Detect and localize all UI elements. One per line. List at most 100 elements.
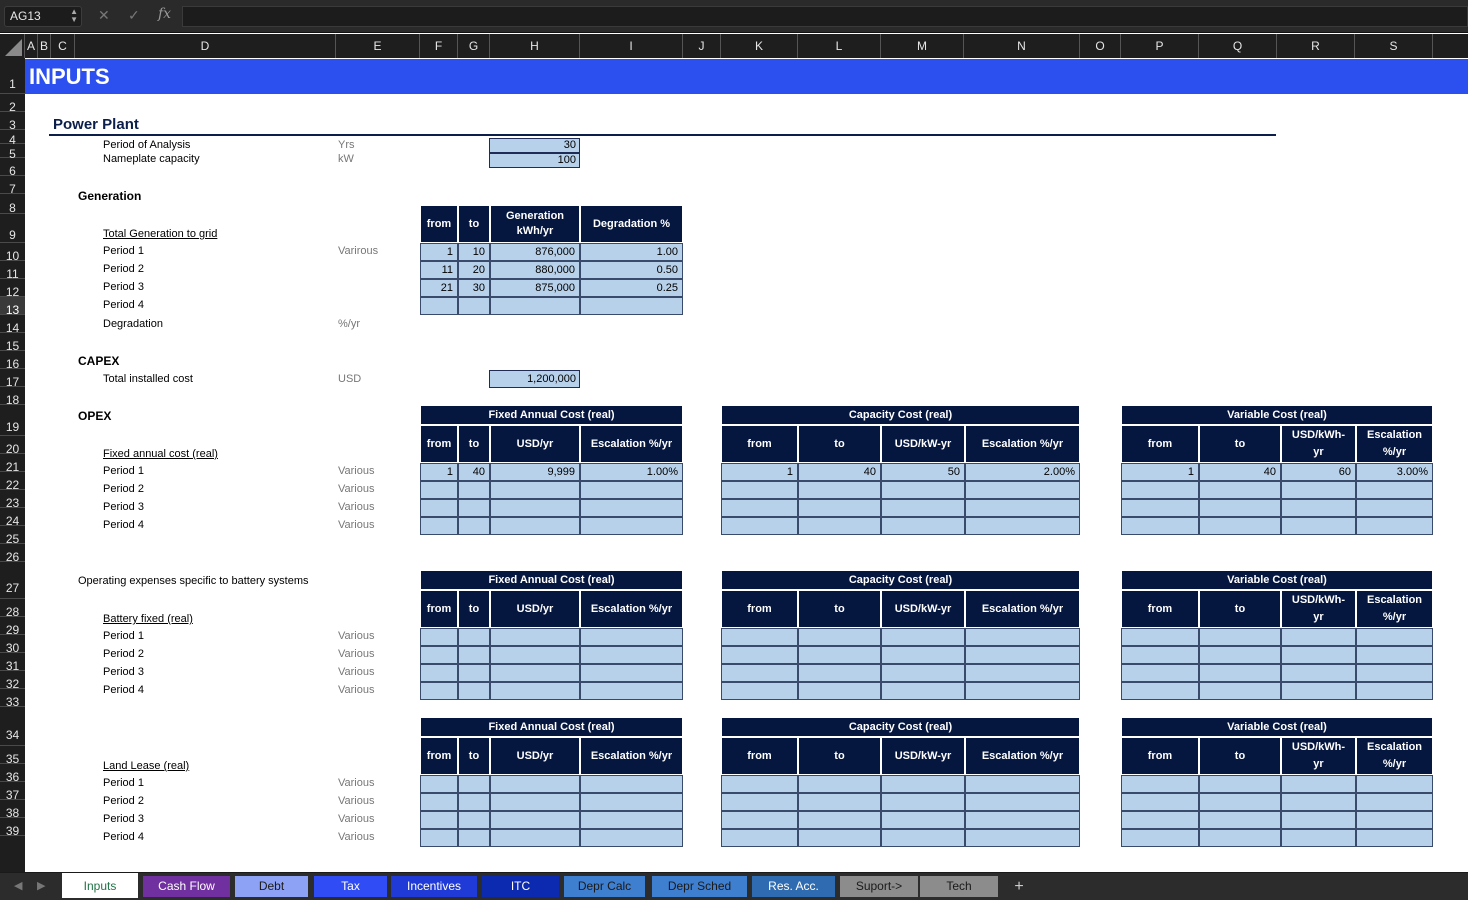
generation-table-cell[interactable] (458, 297, 490, 315)
generation-table-cell[interactable]: 0.25 (580, 279, 683, 297)
cost-table-cell[interactable]: 1 (721, 463, 798, 481)
cost-table-cell[interactable] (1356, 646, 1433, 664)
cost-table-cell[interactable] (458, 811, 490, 829)
cost-table-cell[interactable] (965, 481, 1080, 499)
cost-table-cell[interactable]: 60 (1281, 463, 1356, 481)
formula-input[interactable] (182, 6, 1468, 27)
cost-table-cell[interactable] (1121, 829, 1199, 847)
generation-table-cell[interactable]: 1.00 (580, 243, 683, 261)
cost-table-cell[interactable] (965, 775, 1080, 793)
cost-table-cell[interactable] (1121, 499, 1199, 517)
cost-table-cell[interactable] (965, 811, 1080, 829)
cost-table-cell[interactable] (798, 628, 881, 646)
generation-table-cell[interactable]: 875,000 (490, 279, 580, 297)
cost-table-cell[interactable] (881, 829, 965, 847)
column-header-o[interactable]: O (1080, 34, 1121, 58)
cost-table-cell[interactable] (490, 646, 580, 664)
cost-table-cell[interactable] (1199, 628, 1281, 646)
cost-table-cell[interactable] (1121, 517, 1199, 535)
row-header-19[interactable]: 19 (0, 405, 25, 436)
cost-table-cell[interactable] (458, 499, 490, 517)
cost-table-cell[interactable] (1356, 682, 1433, 700)
row-header-9[interactable]: 9 (0, 214, 25, 243)
row-header-35[interactable]: 35 (0, 746, 25, 766)
row-header-30[interactable]: 30 (0, 635, 25, 655)
cost-table-cell[interactable] (798, 481, 881, 499)
generation-table-cell[interactable]: 876,000 (490, 243, 580, 261)
generation-table-cell[interactable]: 21 (420, 279, 458, 297)
cost-table-cell[interactable] (798, 793, 881, 811)
cost-table-cell[interactable] (1199, 793, 1281, 811)
cost-table-cell[interactable] (490, 499, 580, 517)
cost-table-cell[interactable] (490, 481, 580, 499)
column-header-k[interactable]: K (721, 34, 798, 58)
cost-table-cell[interactable] (1356, 517, 1433, 535)
row-header-21[interactable]: 21 (0, 454, 25, 474)
row-header-6[interactable]: 6 (0, 158, 25, 178)
cost-table-cell[interactable] (798, 775, 881, 793)
generation-table-cell[interactable]: 20 (458, 261, 490, 279)
cost-table-cell[interactable] (1356, 499, 1433, 517)
cost-table-cell[interactable] (1356, 481, 1433, 499)
cost-table-cell[interactable] (1199, 775, 1281, 793)
cost-table-cell[interactable] (458, 775, 490, 793)
cost-table-cell[interactable] (1121, 793, 1199, 811)
cost-table-cell[interactable] (721, 829, 798, 847)
cost-table-cell[interactable] (420, 682, 458, 700)
cost-table-cell[interactable] (420, 793, 458, 811)
row-header-22[interactable]: 22 (0, 472, 25, 492)
tab-depr-calc[interactable]: Depr Calc (564, 876, 645, 897)
column-header-s[interactable]: S (1355, 34, 1433, 58)
cost-table-cell[interactable] (458, 628, 490, 646)
cost-table-cell[interactable] (420, 646, 458, 664)
cost-table-cell[interactable] (1199, 481, 1281, 499)
cost-table-cell[interactable] (420, 664, 458, 682)
cost-table-cell[interactable] (490, 829, 580, 847)
row-header-33[interactable]: 33 (0, 689, 25, 709)
cost-table-cell[interactable] (580, 811, 683, 829)
cost-table-cell[interactable] (490, 793, 580, 811)
cost-table-cell[interactable] (458, 481, 490, 499)
cost-table-cell[interactable] (721, 646, 798, 664)
cost-table-cell[interactable] (1281, 517, 1356, 535)
cost-table-cell[interactable] (1281, 481, 1356, 499)
column-header-p[interactable]: P (1121, 34, 1199, 58)
column-header-l[interactable]: L (798, 34, 881, 58)
cost-table-cell[interactable] (580, 517, 683, 535)
row-header-39[interactable]: 39 (0, 818, 25, 838)
tab-prev-icon[interactable]: ◀ (14, 879, 22, 892)
cost-table-cell[interactable] (420, 811, 458, 829)
row-header-27[interactable]: 27 (0, 562, 25, 599)
cost-table-cell[interactable]: 40 (458, 463, 490, 481)
cost-table-cell[interactable] (965, 517, 1080, 535)
name-box[interactable]: AG13 ▲ ▼ (4, 6, 82, 27)
cost-table-cell[interactable] (490, 517, 580, 535)
tab-inputs[interactable]: Inputs (62, 873, 138, 898)
cost-table-cell[interactable] (965, 829, 1080, 847)
column-header-g[interactable]: G (458, 34, 490, 58)
row-header-34[interactable]: 34 (0, 707, 25, 746)
tab-incentives[interactable]: Incentives (391, 876, 477, 897)
cost-table-cell[interactable] (965, 628, 1080, 646)
cost-table-cell[interactable] (721, 682, 798, 700)
cost-table-cell[interactable] (580, 664, 683, 682)
cost-table-cell[interactable] (965, 793, 1080, 811)
row-header-8[interactable]: 8 (0, 194, 25, 215)
cost-table-cell[interactable] (881, 646, 965, 664)
generation-table-cell[interactable] (420, 297, 458, 315)
cancel-icon[interactable]: ✕ (98, 7, 110, 24)
cost-table-cell[interactable] (1121, 811, 1199, 829)
tab-res-acc[interactable]: Res. Acc. (752, 876, 835, 897)
cost-table-cell[interactable] (798, 664, 881, 682)
cost-table-cell[interactable] (798, 499, 881, 517)
generation-table-cell[interactable] (490, 297, 580, 315)
cost-table-cell[interactable] (458, 682, 490, 700)
cost-table-cell[interactable]: 3.00% (1356, 463, 1433, 481)
row-header-31[interactable]: 31 (0, 653, 25, 673)
cost-table-cell[interactable] (458, 664, 490, 682)
cost-table-cell[interactable] (1121, 481, 1199, 499)
cost-table-cell[interactable]: 40 (798, 463, 881, 481)
cost-table-cell[interactable] (458, 829, 490, 847)
cost-table-cell[interactable] (1199, 664, 1281, 682)
row-header-16[interactable]: 16 (0, 351, 25, 371)
